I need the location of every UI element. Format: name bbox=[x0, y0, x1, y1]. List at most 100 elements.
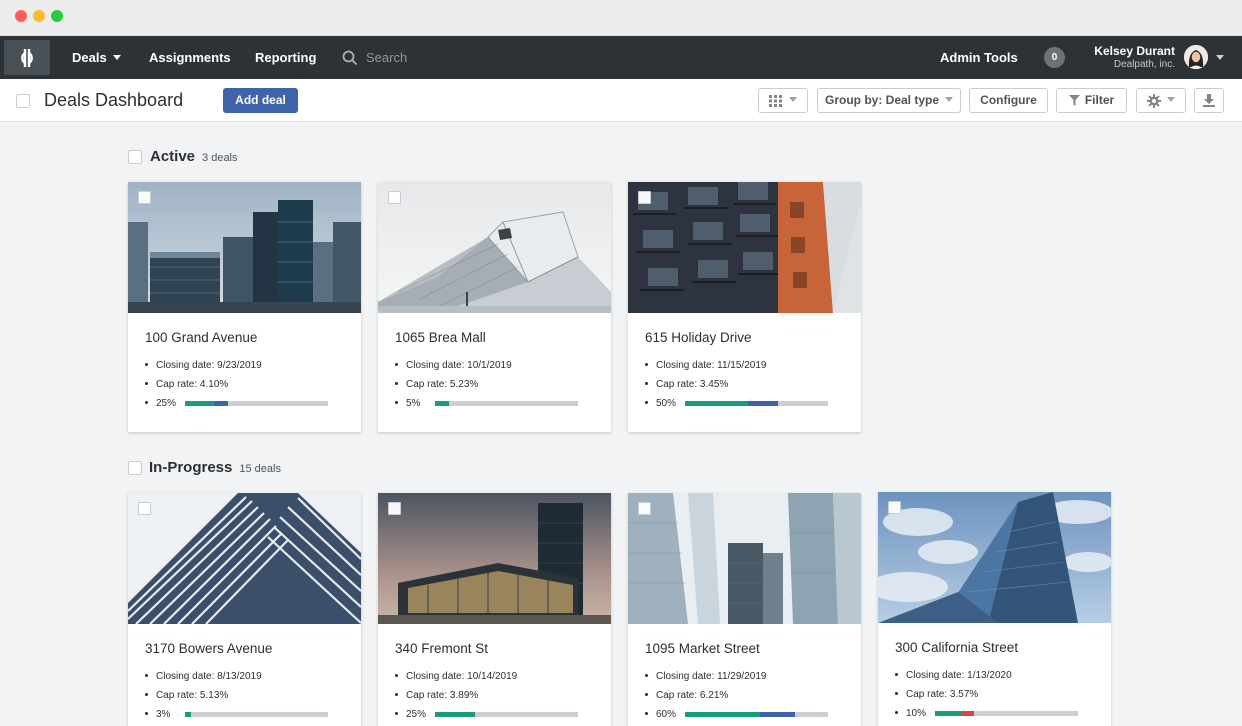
progress-percent: 5% bbox=[395, 398, 420, 409]
closing-date: Closing date: 10/14/2019 bbox=[395, 671, 517, 682]
deal-image bbox=[378, 182, 611, 313]
deal-title[interactable]: 1065 Brea Mall bbox=[395, 330, 486, 345]
progress-fill-segment bbox=[435, 712, 475, 717]
closing-date-text: Closing date: 10/1/2019 bbox=[406, 360, 512, 371]
nav-reporting[interactable]: Reporting bbox=[255, 36, 316, 79]
card-checkbox[interactable] bbox=[888, 501, 901, 514]
cap-rate-text: Cap rate: 5.23% bbox=[406, 379, 479, 390]
deal-card[interactable]: 100 Grand Avenue Closing date: 9/23/2019… bbox=[128, 182, 361, 432]
group-checkbox-active[interactable] bbox=[128, 150, 142, 164]
download-button[interactable] bbox=[1194, 88, 1224, 113]
progress-fill-segment bbox=[685, 401, 748, 406]
progress-fill-segment bbox=[435, 401, 449, 406]
card-checkbox[interactable] bbox=[388, 191, 401, 204]
nav-admin-tools[interactable]: Admin Tools bbox=[940, 36, 1018, 79]
deal-title[interactable]: 340 Fremont St bbox=[395, 641, 488, 656]
cap-rate: Cap rate: 5.13% bbox=[145, 690, 228, 701]
maximize-window-button[interactable] bbox=[51, 10, 63, 22]
progress-percent: 25% bbox=[395, 709, 426, 720]
closing-date: Closing date: 11/15/2019 bbox=[645, 360, 766, 371]
progress-fill-segment bbox=[962, 711, 974, 716]
download-icon bbox=[1203, 94, 1215, 108]
search-placeholder: Search bbox=[366, 50, 408, 65]
deal-title[interactable]: 3170 Bowers Avenue bbox=[145, 641, 272, 656]
deal-card[interactable]: 615 Holiday Drive Closing date: 11/15/20… bbox=[628, 182, 861, 432]
chevron-down-icon bbox=[1167, 97, 1175, 103]
deal-title[interactable]: 615 Holiday Drive bbox=[645, 330, 752, 345]
cap-rate: Cap rate: 3.57% bbox=[895, 689, 978, 700]
settings-button[interactable] bbox=[1136, 88, 1186, 113]
deal-card[interactable]: 1065 Brea Mall Closing date: 10/1/2019 C… bbox=[378, 182, 611, 432]
progress-percent: 50% bbox=[645, 398, 676, 409]
closing-date: Closing date: 10/1/2019 bbox=[395, 360, 512, 371]
add-deal-button[interactable]: Add deal bbox=[223, 88, 298, 113]
deal-title[interactable]: 100 Grand Avenue bbox=[145, 330, 257, 345]
cap-rate-text: Cap rate: 6.21% bbox=[656, 690, 729, 701]
filter-label: Filter bbox=[1084, 93, 1115, 107]
configure-button[interactable]: Configure bbox=[969, 88, 1048, 113]
progress-text: 25% bbox=[406, 709, 427, 720]
group-checkbox-in-progress[interactable] bbox=[128, 461, 142, 475]
view-toggle-button[interactable] bbox=[758, 88, 808, 113]
card-checkbox[interactable] bbox=[388, 502, 401, 515]
close-window-button[interactable] bbox=[15, 10, 27, 22]
closing-date: Closing date: 9/23/2019 bbox=[145, 360, 262, 371]
progress-fill-segment bbox=[214, 401, 228, 406]
progress-bar bbox=[185, 401, 328, 406]
select-all-checkbox[interactable] bbox=[16, 94, 30, 108]
user-name[interactable]: Kelsey Durant bbox=[1094, 44, 1175, 58]
notification-badge[interactable]: 0 bbox=[1044, 47, 1065, 68]
group-header-active: Active 3 deals bbox=[150, 148, 238, 165]
card-checkbox[interactable] bbox=[638, 502, 651, 515]
progress-text: 25% bbox=[156, 398, 177, 409]
search-field[interactable]: Search bbox=[342, 36, 407, 79]
deal-title[interactable]: 300 California Street bbox=[895, 640, 1018, 655]
deal-image bbox=[378, 493, 611, 624]
deal-card[interactable]: 3170 Bowers Avenue Closing date: 8/13/20… bbox=[128, 493, 361, 726]
deal-card[interactable]: 300 California Street Closing date: 1/13… bbox=[878, 492, 1111, 726]
chevron-down-icon bbox=[112, 55, 121, 61]
chevron-down-icon bbox=[789, 97, 797, 103]
filter-button[interactable]: Filter bbox=[1056, 88, 1127, 113]
chevron-down-icon bbox=[945, 97, 954, 103]
minimize-window-button[interactable] bbox=[33, 10, 45, 22]
group-header-in-progress: In-Progress 15 deals bbox=[149, 459, 281, 476]
progress-bar bbox=[935, 711, 1078, 716]
deal-card[interactable]: 1095 Market Street Closing date: 11/29/2… bbox=[628, 493, 861, 726]
user-avatar-icon bbox=[1184, 45, 1208, 69]
user-menu-chevron-icon[interactable] bbox=[1216, 55, 1224, 60]
group-by-label: Group by: Deal type bbox=[824, 93, 940, 107]
closing-date-text: Closing date: 10/14/2019 bbox=[406, 671, 518, 682]
group-by-dropdown[interactable]: Group by: Deal type bbox=[817, 88, 961, 113]
group-title: Active bbox=[150, 148, 196, 165]
cap-rate: Cap rate: 4.10% bbox=[145, 379, 228, 390]
progress-fill-segment bbox=[760, 712, 795, 717]
nav-assignments[interactable]: Assignments bbox=[149, 36, 231, 79]
deal-title[interactable]: 1095 Market Street bbox=[645, 641, 760, 656]
nav-deals-label: Deals bbox=[72, 50, 107, 65]
group-count: 15 deals bbox=[239, 463, 281, 475]
progress-text: 10% bbox=[906, 708, 927, 719]
window-titlebar bbox=[0, 0, 1242, 36]
dealpath-logo[interactable] bbox=[4, 40, 50, 75]
cap-rate-text: Cap rate: 3.57% bbox=[906, 689, 979, 700]
card-checkbox[interactable] bbox=[638, 191, 651, 204]
card-checkbox[interactable] bbox=[138, 191, 151, 204]
progress-bar bbox=[435, 401, 578, 406]
deal-card[interactable]: 340 Fremont St Closing date: 10/14/2019 … bbox=[378, 493, 611, 726]
progress-bar bbox=[685, 712, 828, 717]
page-title[interactable]: Deals Dashboard bbox=[44, 90, 183, 111]
progress-text: 60% bbox=[656, 709, 677, 720]
avatar[interactable] bbox=[1184, 45, 1208, 69]
nav-deals[interactable]: Deals bbox=[72, 36, 121, 79]
dashboard-toolbar: Deals Dashboard Add deal Group by: Deal … bbox=[0, 79, 1242, 122]
progress-fill-segment bbox=[185, 401, 214, 406]
closing-date: Closing date: 11/29/2019 bbox=[645, 671, 766, 682]
progress-text: 3% bbox=[156, 709, 171, 720]
closing-date-text: Closing date: 1/13/2020 bbox=[906, 670, 1012, 681]
card-checkbox[interactable] bbox=[138, 502, 151, 515]
gear-icon bbox=[1147, 93, 1161, 108]
cap-rate-text: Cap rate: 3.89% bbox=[406, 690, 479, 701]
group-count: 3 deals bbox=[202, 152, 238, 164]
grid-view-icon bbox=[769, 94, 782, 107]
